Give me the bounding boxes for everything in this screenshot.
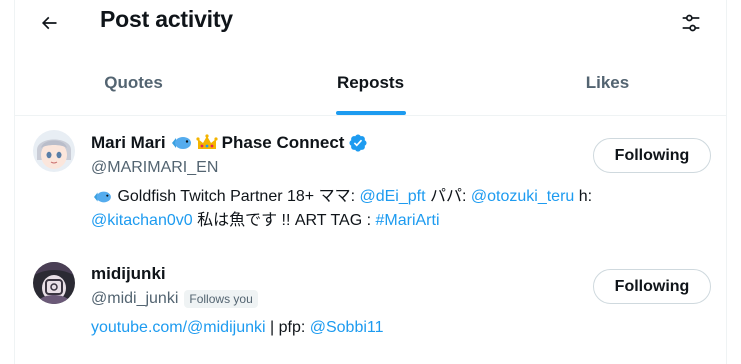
bio-text: | pfp: <box>265 319 310 336</box>
display-name-row[interactable]: Mari Mari Phase Connect <box>91 132 368 154</box>
user-bio: youtube.com/@midijunki | pfp: @Sobbi11 <box>91 316 671 340</box>
sliders-icon <box>682 14 700 32</box>
fish-emoji-icon <box>94 191 111 203</box>
display-name: Mari Mari <box>91 133 166 152</box>
handle-row: @MARIMARI_EN <box>91 157 218 179</box>
display-name: midijunki <box>91 264 166 283</box>
tab-label: Reposts <box>336 73 405 92</box>
filter-button[interactable] <box>674 6 708 40</box>
fish-emoji-icon <box>171 137 191 149</box>
bio-mention-link[interactable]: @kitachan0v0 <box>91 212 193 229</box>
handle-row: @midi_junki Follows you <box>91 288 258 310</box>
avatar[interactable] <box>33 262 75 304</box>
display-name-suffix: Phase Connect <box>221 133 345 152</box>
bio-hashtag-link[interactable]: #MariArti <box>376 212 440 229</box>
avatar-image <box>33 130 75 172</box>
header: Post activity <box>15 0 726 53</box>
following-button[interactable]: Following <box>593 269 711 304</box>
bio-mention-link[interactable]: @otozuki_teru <box>471 188 574 205</box>
follows-you-badge: Follows you <box>184 290 258 308</box>
back-button[interactable] <box>32 6 66 40</box>
bio-mention-link[interactable]: @Sobbi11 <box>310 319 384 336</box>
avatar-image <box>33 262 75 304</box>
page-title: Post activity <box>100 6 233 32</box>
bio-text: 私は魚です !! ART TAG : <box>192 212 376 229</box>
arrow-left-icon <box>41 16 57 30</box>
tab-quotes[interactable]: Quotes <box>15 53 252 115</box>
active-tab-indicator <box>335 111 406 115</box>
display-name-row[interactable]: midijunki <box>91 263 166 285</box>
avatar[interactable] <box>33 130 75 172</box>
user-handle: @midi_junki <box>91 290 179 307</box>
user-bio: Goldfish Twitch Partner 18+ ママ: @dEi_pft… <box>91 185 671 233</box>
verified-badge-icon <box>349 134 367 152</box>
post-activity-panel: Post activity Quotes Reposts Likes Mari … <box>14 0 727 364</box>
tab-reposts[interactable]: Reposts <box>252 53 489 115</box>
bio-text: Goldfish Twitch Partner 18+ ママ: <box>113 188 360 205</box>
bio-text: パパ: <box>425 188 471 205</box>
bio-mention-link[interactable]: @dEi_pft <box>359 188 425 205</box>
user-cell[interactable]: midijunki @midi_junki Follows you Follow… <box>15 247 726 364</box>
tab-label: Quotes <box>104 73 163 92</box>
tab-label: Likes <box>585 73 630 92</box>
bio-text: h: <box>574 188 593 205</box>
following-button[interactable]: Following <box>593 138 711 173</box>
tab-bar: Quotes Reposts Likes <box>15 53 726 116</box>
crown-emoji-icon <box>196 134 218 149</box>
bio-url-link[interactable]: youtube.com/@midijunki <box>91 319 266 336</box>
user-cell[interactable]: Mari Mari Phase Connect @MARIMARI_EN Fol… <box>15 117 726 247</box>
tab-likes[interactable]: Likes <box>489 53 726 115</box>
user-handle: @MARIMARI_EN <box>91 159 219 176</box>
